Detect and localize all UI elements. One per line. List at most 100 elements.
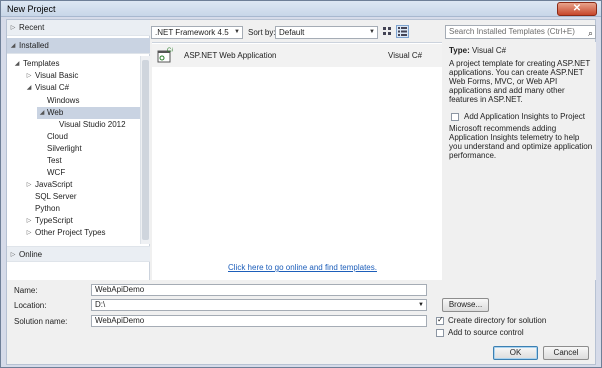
create-directory-checkbox[interactable]: [436, 315, 444, 325]
tree-item-silverlight[interactable]: Silverlight: [7, 143, 150, 155]
tree-item-other-project-types[interactable]: ▷ Other Project Types: [7, 227, 150, 239]
sort-dropdown[interactable]: Default ▼: [275, 26, 378, 39]
location-label: Location:: [14, 301, 47, 310]
tree-item-label: Visual C#: [35, 83, 70, 92]
ok-button[interactable]: OK: [493, 346, 538, 360]
title-bar[interactable]: New Project ✕: [1, 1, 601, 17]
tree-item-label: Silverlight: [47, 144, 82, 153]
name-label: Name:: [14, 286, 38, 295]
project-name-field[interactable]: WebApiDemo: [91, 284, 427, 296]
list-view-icon: [398, 27, 407, 36]
tree-item-label: JavaScript: [35, 180, 73, 189]
framework-dropdown[interactable]: .NET Framework 4.5 ▼: [151, 26, 243, 39]
insights-description: Microsoft recommends adding Application …: [449, 124, 593, 160]
chevron-down-icon: ▼: [234, 29, 240, 35]
tree-item-web[interactable]: ◢ Web: [37, 107, 140, 119]
collapse-arrow-icon[interactable]: ◢: [9, 38, 17, 54]
close-icon: ✕: [572, 3, 582, 14]
tree-arrow-icon[interactable]: ▷: [25, 70, 33, 82]
location-field[interactable]: D:\ ▼: [91, 299, 427, 311]
tree-arrow-icon[interactable]: ◢: [13, 58, 21, 70]
template-details-pane: Type: Visual C# A project template for c…: [444, 42, 596, 280]
template-nav-pane: ▷ Recent ◢ Installed ◢ Templates ▷ Visua…: [7, 20, 150, 280]
browse-label: Browse...: [448, 300, 483, 309]
source-control-checkbox[interactable]: [436, 329, 444, 337]
nav-recent[interactable]: ▷ Recent: [7, 20, 150, 36]
type-label: Type:: [449, 46, 470, 55]
nav-scrollbar-thumb[interactable]: [142, 60, 149, 240]
search-icon[interactable]: ⌕: [588, 27, 593, 39]
tree-item-cloud[interactable]: Cloud: [7, 131, 150, 143]
grid-view-icon: [383, 27, 391, 35]
chevron-down-icon: ▼: [369, 29, 375, 35]
tree-item-test[interactable]: Test: [7, 155, 150, 167]
tree-item-label: Templates: [23, 59, 60, 68]
new-project-dialog: New Project ✕ ▷ Recent ◢ Installed ◢ Tem…: [0, 0, 602, 368]
tree-item-label: Cloud: [47, 132, 68, 141]
tree-arrow-icon[interactable]: ▷: [25, 179, 33, 191]
chevron-down-icon[interactable]: ▼: [418, 300, 424, 310]
nav-installed[interactable]: ◢ Installed: [7, 38, 150, 54]
nav-scrollbar[interactable]: [140, 56, 150, 244]
tree-item-python[interactable]: Python: [7, 203, 150, 215]
tree-item-sql-server[interactable]: SQL Server: [7, 191, 150, 203]
template-description: A project template for creating ASP.NET …: [449, 59, 591, 104]
tree-item-label: Web: [47, 108, 64, 117]
template-name: ASP.NET Web Application: [184, 51, 277, 60]
tree-item-label: Test: [47, 156, 62, 165]
project-name-value: WebApiDemo: [95, 285, 145, 294]
sort-by-label: Sort by:: [248, 28, 276, 37]
dialog-content: ▷ Recent ◢ Installed ◢ Templates ▷ Visua…: [6, 19, 596, 365]
template-language: Visual C#: [388, 51, 423, 60]
tree-item-visual-studio-2012[interactable]: Visual Studio 2012: [7, 119, 150, 131]
tree-item-label: Python: [35, 204, 60, 213]
create-directory-label: Create directory for solution: [448, 316, 547, 325]
window-title: New Project: [7, 4, 56, 14]
tree-arrow-icon[interactable]: ◢: [25, 82, 33, 94]
tree-item-typescript[interactable]: ▷ TypeScript: [7, 215, 150, 227]
tree-item-label: Other Project Types: [35, 228, 106, 237]
cancel-label: Cancel: [553, 348, 579, 357]
tree-item-visual-basic[interactable]: ▷ Visual Basic: [7, 70, 150, 82]
tree-arrow-icon[interactable]: ▷: [25, 227, 33, 239]
nav-recent-label: Recent: [19, 23, 45, 32]
tree-item-templates[interactable]: ◢ Templates: [7, 58, 150, 70]
nav-online[interactable]: ▷ Online: [7, 246, 150, 262]
expand-arrow-icon[interactable]: ▷: [9, 247, 17, 263]
list-view-button[interactable]: [396, 25, 409, 38]
solution-name-field[interactable]: WebApiDemo: [91, 315, 427, 327]
sort-value: Default: [279, 28, 305, 37]
search-templates-input[interactable]: Search Installed Templates (Ctrl+E) ⌕: [445, 25, 596, 39]
cancel-button[interactable]: Cancel: [543, 346, 589, 360]
tree-arrow-icon[interactable]: ◢: [38, 107, 46, 119]
tree-item-windows[interactable]: Windows: [7, 95, 150, 107]
tree-item-visual-csharp[interactable]: ◢ Visual C#: [7, 82, 150, 94]
expand-arrow-icon[interactable]: ▷: [9, 20, 17, 36]
insights-checkbox[interactable]: [451, 113, 459, 121]
solution-name-label: Solution name:: [14, 317, 68, 326]
tree-item-javascript[interactable]: ▷ JavaScript: [7, 179, 150, 191]
tree-item-label: Windows: [47, 96, 80, 105]
framework-value: .NET Framework 4.5: [155, 28, 229, 37]
location-value: D:\: [95, 300, 106, 309]
tree-item-wcf[interactable]: WCF: [7, 167, 150, 179]
online-templates-link[interactable]: Click here to go online and find templat…: [228, 263, 377, 272]
svg-text:C#: C#: [167, 48, 173, 54]
nav-online-label: Online: [19, 250, 43, 259]
nav-installed-label: Installed: [19, 41, 49, 50]
tree-item-label: Visual Studio 2012: [59, 120, 126, 129]
browse-button[interactable]: Browse...: [442, 298, 489, 312]
tree-item-label: TypeScript: [35, 216, 73, 225]
ok-label: OK: [509, 348, 522, 357]
type-value: Visual C#: [471, 46, 507, 55]
web-project-icon: C#: [157, 48, 173, 63]
small-icons-view-button[interactable]: [381, 25, 394, 38]
template-item[interactable]: C# ASP.NET Web Application Visual C#: [152, 44, 442, 67]
template-list: C# ASP.NET Web Application Visual C# Cli…: [152, 42, 442, 280]
tree-item-label: SQL Server: [35, 192, 77, 201]
tree-item-label: Visual Basic: [35, 71, 79, 80]
solution-name-value: WebApiDemo: [95, 316, 145, 325]
tree-arrow-icon[interactable]: ▷: [25, 215, 33, 227]
close-button[interactable]: ✕: [557, 2, 597, 16]
tree-item-label: WCF: [47, 168, 66, 177]
